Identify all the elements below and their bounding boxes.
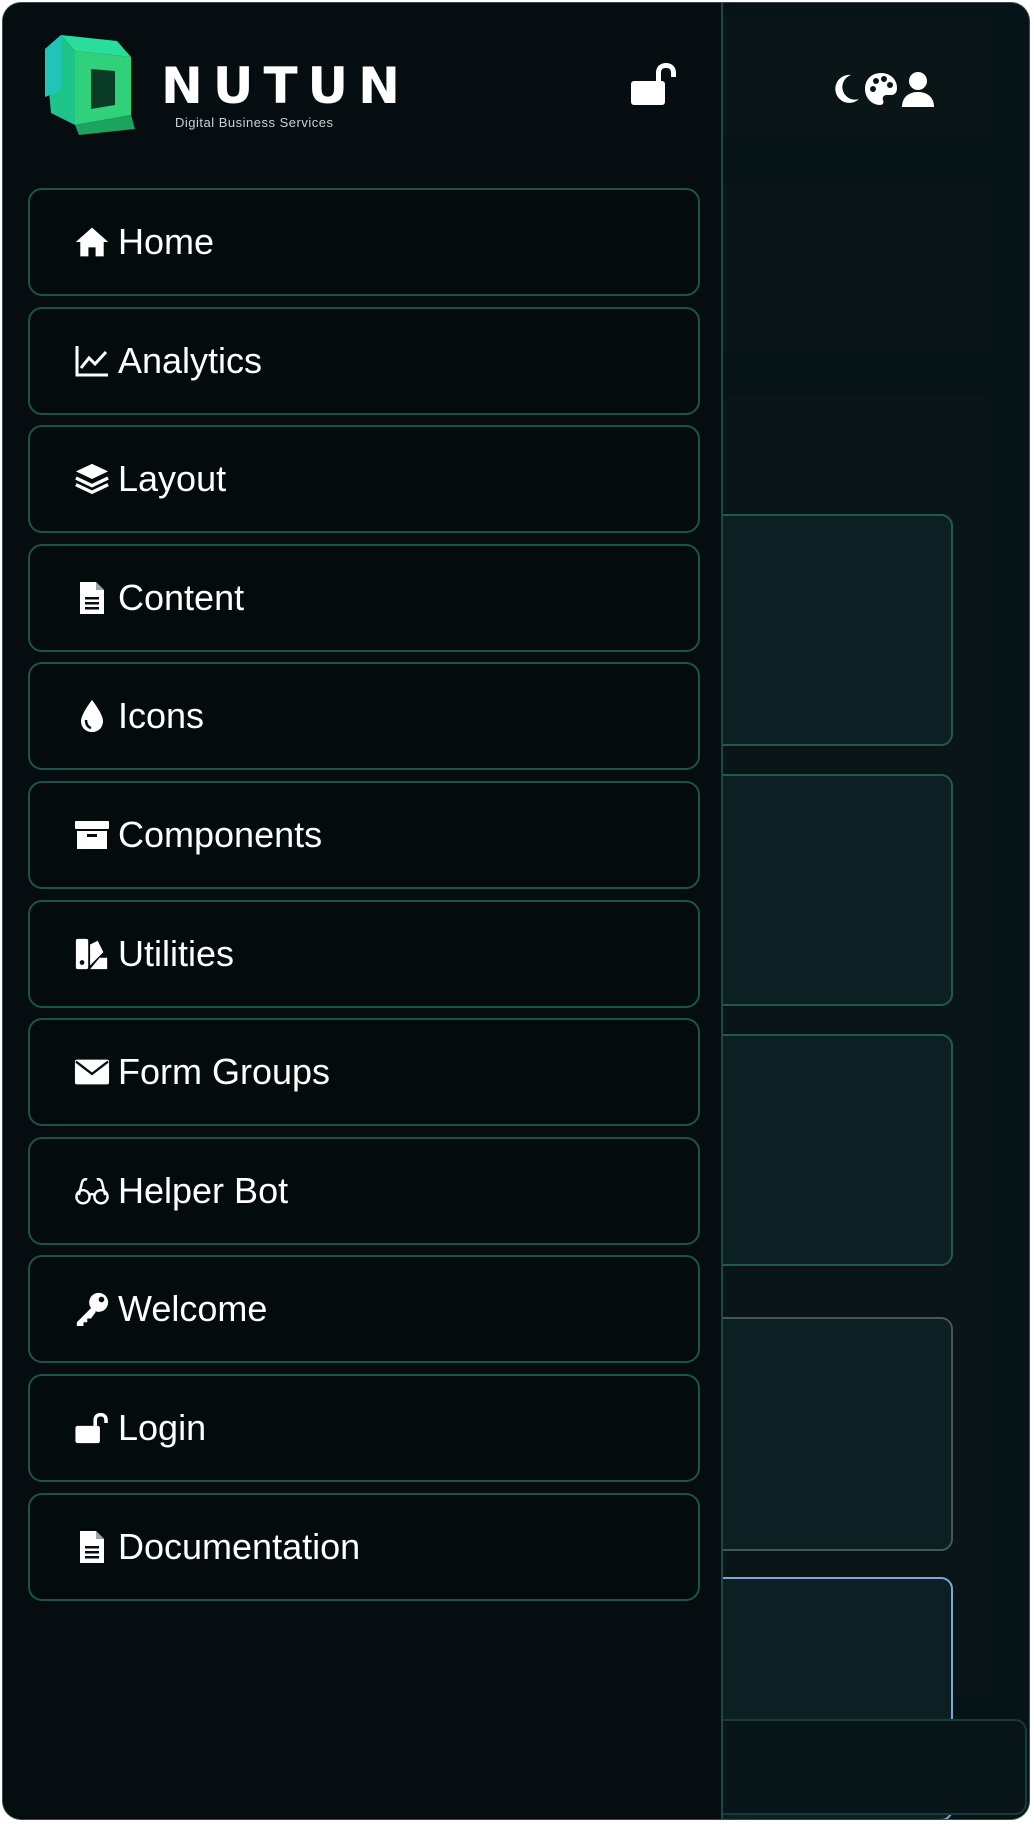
home-icon [74, 224, 110, 260]
sidebar-item-label: Icons [118, 695, 205, 737]
sidebar-item-home[interactable]: Home [28, 188, 700, 296]
sidebar-drawer: NUTUN Digital Business Services Home Ana… [3, 3, 723, 1819]
sidebar-item-label: Utilities [118, 932, 235, 974]
sidebar-item-label: Layout [118, 458, 227, 500]
sidebar-item-label: Home [118, 221, 215, 262]
sidebar-item-login[interactable]: Login [28, 1373, 700, 1482]
archive-icon [74, 817, 110, 853]
brand-name: NUTUN [161, 57, 410, 115]
sidebar-item-form-groups[interactable]: Form Groups [28, 1018, 700, 1127]
sidebar-item-label: Login [118, 1406, 207, 1448]
sidebar-item-content[interactable]: Content [28, 543, 700, 652]
sidebar-menu: Home Analytics Layout Content Icons Comp… [28, 188, 700, 1611]
key-icon [74, 1291, 110, 1327]
app-window: es s es NUTUN Digital Business Services [3, 3, 1029, 1819]
sidebar-item-analytics[interactable]: Analytics [28, 306, 700, 415]
droplet-icon [74, 698, 110, 734]
brand-tagline: Digital Business Services [175, 115, 334, 130]
sidebar-item-icons[interactable]: Icons [28, 662, 700, 771]
sidebar-item-label: Welcome [118, 1288, 268, 1330]
brand-logo[interactable]: NUTUN Digital Business Services [39, 31, 410, 135]
sidebar-lock-toggle[interactable] [629, 61, 679, 107]
glasses-icon [74, 1173, 110, 1209]
palette-icon[interactable] [863, 71, 899, 112]
file-icon [74, 1529, 110, 1565]
sidebar-item-layout[interactable]: Layout [28, 425, 700, 534]
envelope-icon [74, 1054, 110, 1090]
sidebar-item-helper-bot[interactable]: Helper Bot [28, 1136, 700, 1245]
sidebar-item-welcome[interactable]: Welcome [28, 1255, 700, 1364]
navbar-actions [831, 71, 935, 112]
swatches-icon [74, 936, 110, 972]
sidebar-item-utilities[interactable]: Utilities [28, 899, 700, 1008]
sidebar-item-label: Form Groups [118, 1051, 331, 1093]
user-icon[interactable] [901, 71, 935, 112]
sidebar-item-label: Documentation [118, 1525, 361, 1567]
layers-icon [74, 461, 110, 497]
line-chart-icon [74, 343, 110, 379]
sidebar-item-label: Analytics [118, 339, 263, 381]
sidebar-item-label: Content [118, 576, 245, 618]
sidebar-item-documentation[interactable]: Documentation [28, 1492, 700, 1601]
logo-mark [45, 35, 135, 135]
sidebar-item-components[interactable]: Components [28, 780, 700, 889]
file-icon [74, 580, 110, 616]
unlock-icon [74, 1410, 110, 1446]
sidebar-item-label: Components [118, 813, 323, 855]
unlock-icon [629, 63, 679, 111]
sidebar-item-label: Helper Bot [118, 1169, 289, 1211]
moon-icon[interactable] [831, 72, 861, 111]
